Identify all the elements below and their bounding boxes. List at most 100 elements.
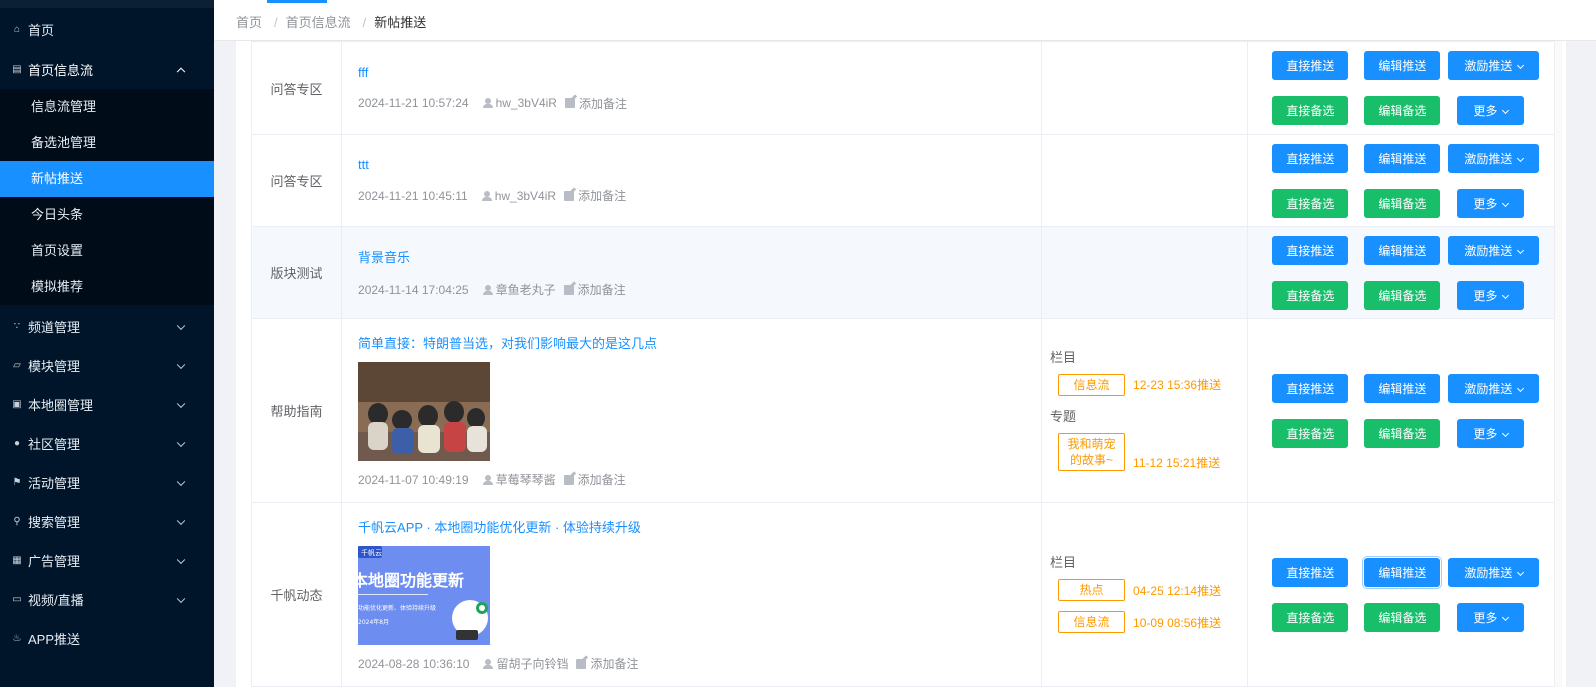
direct-push-button[interactable]: 直接推送 bbox=[1272, 51, 1349, 80]
sidebar-item-feed[interactable]: ▤ 首页信息流 bbox=[0, 50, 214, 89]
add-note-link[interactable]: 添加备注 bbox=[564, 187, 626, 204]
post-title-link[interactable]: 背景音乐 bbox=[358, 247, 1025, 266]
sidebar-item-channel[interactable]: ∵ 频道管理 bbox=[0, 307, 214, 346]
sidebar-item-activity[interactable]: ⚑ 活动管理 bbox=[0, 463, 214, 502]
post-author: hw_3bV4iR bbox=[481, 188, 557, 203]
add-note-label: 添加备注 bbox=[577, 473, 626, 487]
more-button[interactable]: 更多 bbox=[1457, 96, 1525, 125]
user-circle-icon: ● bbox=[13, 438, 21, 449]
sidebar-subitem-feed-manage[interactable]: 信息流管理 bbox=[0, 89, 214, 125]
edit-pick-button[interactable]: 编辑备选 bbox=[1364, 418, 1441, 448]
table-row: 千帆动态 千帆云APP · 本地圈功能优化更新 · 体验持续升级 千帆云 本地圈… bbox=[250, 502, 1561, 687]
column-label: 栏目 bbox=[1050, 349, 1077, 365]
post-author: 留胡子向铃铛 bbox=[483, 655, 568, 672]
edit-push-button[interactable]: 编辑推送 bbox=[1364, 235, 1441, 265]
column-tag[interactable]: 信息流 bbox=[1058, 611, 1126, 633]
sidebar-item-home[interactable]: ⌂ 首页 bbox=[0, 8, 214, 50]
edit-icon bbox=[563, 284, 574, 295]
sidebar-item-label: 模块管理 bbox=[28, 359, 81, 374]
add-note-link[interactable]: 添加备注 bbox=[564, 95, 627, 112]
post-title-link[interactable]: fff bbox=[358, 65, 1025, 80]
sidebar-item-label: 首页 bbox=[28, 22, 55, 38]
edit-push-button[interactable]: 编辑推送 bbox=[1364, 373, 1441, 403]
push-time: 11-12 15:21推送 bbox=[1133, 455, 1221, 470]
column-tag-row: 信息流 12-23 15:36推送 bbox=[1050, 373, 1239, 396]
sidebar-item-community[interactable]: ● 社区管理 bbox=[0, 424, 214, 463]
column-cell bbox=[1041, 41, 1249, 135]
add-note-label: 添加备注 bbox=[578, 189, 627, 203]
post-cell: 千帆云APP · 本地圈功能优化更新 · 体验持续升级 千帆云 本地圈功能更新 … bbox=[341, 502, 1043, 687]
edit-icon bbox=[563, 474, 574, 485]
breadcrumb-home[interactable]: 首页 bbox=[236, 15, 262, 30]
direct-push-button[interactable]: 直接推送 bbox=[1272, 373, 1349, 403]
sidebar-item-module[interactable]: ▱ 模块管理 bbox=[0, 346, 214, 385]
edit-pick-button[interactable]: 编辑备选 bbox=[1364, 280, 1441, 310]
incentive-push-button[interactable]: 激励推送 bbox=[1448, 373, 1540, 403]
post-thumbnail[interactable]: 千帆云 本地圈功能更新 功能优化更新、体验持续升级 2024年8月 bbox=[358, 546, 491, 645]
more-button[interactable]: 更多 bbox=[1457, 602, 1525, 632]
author-name: hw_3bV4iR bbox=[494, 188, 557, 203]
direct-push-button[interactable]: 直接推送 bbox=[1272, 143, 1349, 173]
incentive-push-button[interactable]: 激励推送 bbox=[1448, 51, 1540, 80]
edit-push-button[interactable]: 编辑推送 bbox=[1364, 557, 1441, 587]
direct-pick-button[interactable]: 直接备选 bbox=[1272, 280, 1349, 310]
author-name: 草莓琴琴酱 bbox=[495, 473, 556, 487]
sidebar-subitem-new-post-push[interactable]: 新帖推送 bbox=[0, 161, 214, 197]
direct-push-button[interactable]: 直接推送 bbox=[1272, 557, 1349, 587]
add-note-link[interactable]: 添加备注 bbox=[563, 281, 626, 298]
incentive-push-button[interactable]: 激励推送 bbox=[1448, 557, 1540, 587]
direct-push-button[interactable]: 直接推送 bbox=[1272, 235, 1349, 265]
post-meta: 2024-11-21 10:45:11 hw_3bV4iR 添加备注 bbox=[358, 187, 1025, 204]
sidebar-item-search[interactable]: ⚲ 搜索管理 bbox=[0, 502, 214, 541]
column-tag[interactable]: 信息流 bbox=[1058, 373, 1126, 396]
action-row: 直接备选 编辑备选 更多 bbox=[1272, 280, 1560, 310]
category-cell: 问答专区 bbox=[250, 41, 343, 135]
post-title-link[interactable]: 千帆云APP · 本地圈功能优化更新 · 体验持续升级 bbox=[358, 517, 1025, 536]
author-name: 章鱼老丸子 bbox=[495, 283, 556, 297]
incentive-push-label: 激励推送 bbox=[1464, 381, 1513, 396]
sidebar-item-video[interactable]: ▭ 视频/直播 bbox=[0, 580, 214, 619]
column-tag[interactable]: 热点 bbox=[1058, 579, 1126, 601]
table-row: 版块测试 背景音乐 2024-11-14 17:04:25 章鱼老丸子 添加备注… bbox=[250, 226, 1561, 319]
more-button[interactable]: 更多 bbox=[1457, 188, 1525, 218]
action-row: 直接备选 编辑备选 更多 bbox=[1272, 602, 1560, 632]
sidebar-item-label: 活动管理 bbox=[28, 476, 81, 491]
edit-pick-button[interactable]: 编辑备选 bbox=[1364, 602, 1441, 632]
sidebar-item-local[interactable]: ▣ 本地圈管理 bbox=[0, 385, 214, 424]
id-card-icon: ▣ bbox=[12, 399, 22, 410]
edit-push-button[interactable]: 编辑推送 bbox=[1364, 143, 1441, 173]
vertical-scrollbar[interactable] bbox=[1554, 41, 1562, 687]
column-tag-row: 热点 04-25 12:14推送 bbox=[1050, 579, 1239, 601]
more-label: 更多 bbox=[1473, 610, 1498, 625]
direct-pick-button[interactable]: 直接备选 bbox=[1272, 96, 1349, 125]
direct-pick-button[interactable]: 直接备选 bbox=[1272, 418, 1349, 448]
image-icon: ▦ bbox=[12, 555, 22, 566]
more-button[interactable]: 更多 bbox=[1457, 418, 1525, 448]
sidebar-subitem-pool[interactable]: 备选池管理 bbox=[0, 125, 214, 161]
sidebar-item-app-push[interactable]: ♨ APP推送 bbox=[0, 619, 214, 658]
add-note-link[interactable]: 添加备注 bbox=[576, 655, 639, 672]
direct-pick-button[interactable]: 直接备选 bbox=[1272, 602, 1349, 632]
topic-tag[interactable]: 我和萌宠的故事~ bbox=[1058, 432, 1126, 471]
incentive-push-button[interactable]: 激励推送 bbox=[1448, 235, 1540, 265]
sidebar-subitem-home-settings[interactable]: 首页设置 bbox=[0, 233, 214, 269]
incentive-push-button[interactable]: 激励推送 bbox=[1448, 143, 1540, 173]
direct-pick-button[interactable]: 直接备选 bbox=[1272, 188, 1349, 218]
action-row: 直接备选 编辑备选 更多 bbox=[1272, 418, 1560, 448]
sidebar-subitem-headlines[interactable]: 今日头条 bbox=[0, 197, 214, 233]
sidebar-subitem-sim-recommend[interactable]: 模拟推荐 bbox=[0, 269, 214, 305]
add-note-link[interactable]: 添加备注 bbox=[563, 471, 626, 488]
more-button[interactable]: 更多 bbox=[1457, 280, 1525, 310]
sidebar-item-label: 本地圈管理 bbox=[28, 398, 94, 413]
sidebar-item-ads[interactable]: ▦ 广告管理 bbox=[0, 541, 214, 580]
edit-push-button[interactable]: 编辑推送 bbox=[1364, 51, 1441, 80]
sidebar-item-label: 视频/直播 bbox=[28, 593, 84, 608]
edit-pick-button[interactable]: 编辑备选 bbox=[1364, 96, 1441, 125]
post-thumbnail[interactable] bbox=[358, 362, 491, 461]
chevron-down-icon bbox=[176, 594, 186, 603]
breadcrumb-feed[interactable]: 首页信息流 bbox=[286, 15, 351, 30]
post-title-link[interactable]: 简单直接：特朗普当选，对我们影响最大的是这几点 bbox=[358, 333, 1025, 352]
post-title-link[interactable]: ttt bbox=[358, 157, 1025, 172]
feed-submenu: 信息流管理 备选池管理 新帖推送 今日头条 首页设置 模拟推荐 bbox=[0, 89, 214, 305]
edit-pick-button[interactable]: 编辑备选 bbox=[1364, 188, 1441, 218]
